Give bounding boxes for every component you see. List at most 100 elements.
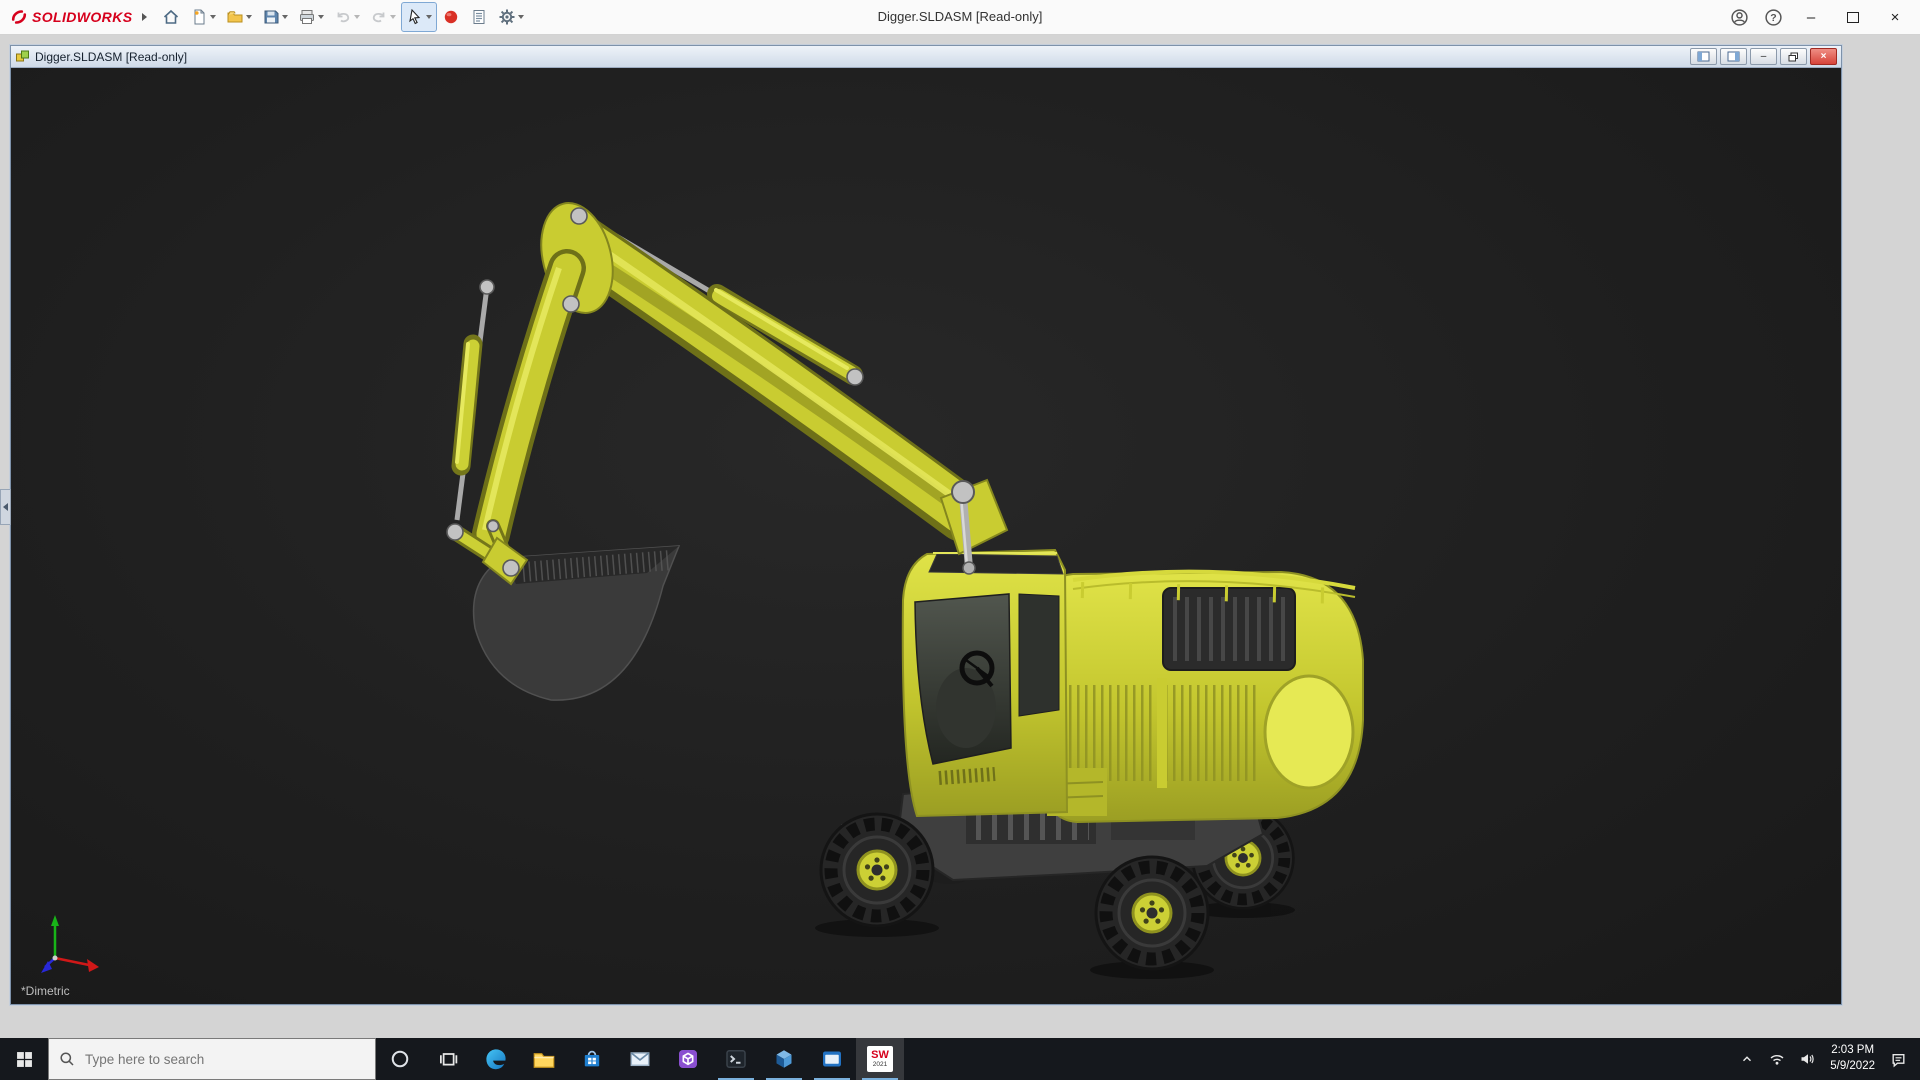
taskbar-app-edrawings[interactable]: [760, 1038, 808, 1080]
undo-dropdown-caret[interactable]: [354, 15, 360, 19]
screen: SOLIDWORKS: [0, 0, 1920, 1080]
taskbar-app-3d-viewer[interactable]: [664, 1038, 712, 1080]
task-view-icon: [438, 1049, 458, 1069]
file-properties-icon: [470, 8, 488, 26]
new-document-button[interactable]: [185, 2, 221, 32]
appbar-right: ? – ×: [1722, 0, 1916, 34]
task-view-button[interactable]: [424, 1038, 472, 1080]
chevron-up-icon: [1740, 1052, 1754, 1066]
file-properties-button[interactable]: [465, 2, 493, 32]
taskbar-app-solidworks[interactable]: SW 2021: [856, 1038, 904, 1080]
close-button[interactable]: ×: [1874, 0, 1916, 34]
account-button[interactable]: [1722, 3, 1756, 31]
document-window-controls: – ×: [1690, 48, 1837, 65]
taskbar-search[interactable]: [48, 1038, 376, 1080]
solidworks-app-icon: SW 2021: [867, 1046, 893, 1072]
3d-viewer-icon: [676, 1047, 700, 1071]
taskbar: SW 2021: [0, 1038, 1920, 1080]
save-button[interactable]: [257, 2, 293, 32]
select-tool-button[interactable]: [401, 2, 437, 32]
undo-icon: [334, 8, 352, 26]
app-title: Digger.SLDASM [Read-only]: [878, 0, 1043, 34]
search-input[interactable]: [83, 1051, 317, 1068]
start-button[interactable]: [0, 1038, 48, 1080]
maximize-icon: [1847, 12, 1859, 23]
brand-text: SOLIDWORKS: [32, 9, 132, 25]
select-cursor-icon: [406, 8, 424, 26]
gear-icon: [498, 8, 516, 26]
clock-time: 2:03 PM: [1831, 1043, 1874, 1059]
taskbar-app-console[interactable]: [712, 1038, 760, 1080]
print-icon: [298, 8, 316, 26]
cad-cube-icon: [772, 1047, 796, 1071]
volume-button[interactable]: [1792, 1051, 1822, 1067]
network-button[interactable]: [1762, 1051, 1792, 1067]
clock-date: 5/9/2022: [1830, 1059, 1875, 1075]
triad-x-axis: [87, 959, 99, 972]
open-dropdown-caret[interactable]: [246, 15, 252, 19]
minimize-button[interactable]: –: [1790, 0, 1832, 34]
doc-minimize-button[interactable]: –: [1750, 48, 1777, 65]
pane-left-icon: [1697, 51, 1710, 62]
document-window: Digger.SLDASM [Read-only]: [10, 45, 1842, 1005]
action-center-icon: [1890, 1051, 1907, 1068]
speaker-icon: [1799, 1051, 1815, 1067]
window-layout-button-2[interactable]: [1720, 48, 1747, 65]
system-tray: 2:03 PM 5/9/2022: [1732, 1038, 1920, 1080]
edge-icon: [484, 1047, 508, 1071]
open-folder-icon: [226, 8, 244, 26]
print-button[interactable]: [293, 2, 329, 32]
undo-button[interactable]: [329, 2, 365, 32]
redo-dropdown-caret[interactable]: [390, 15, 396, 19]
pane-right-icon: [1727, 51, 1740, 62]
options-dropdown-caret[interactable]: [518, 15, 524, 19]
menu-flyout-arrow[interactable]: [142, 13, 147, 21]
home-icon: [162, 8, 180, 26]
store-icon: [580, 1047, 604, 1071]
doc-close-button[interactable]: ×: [1810, 48, 1837, 65]
redo-icon: [370, 8, 388, 26]
taskbar-app-mail[interactable]: [616, 1038, 664, 1080]
doc-restore-button[interactable]: [1780, 48, 1807, 65]
tray-overflow-button[interactable]: [1732, 1052, 1762, 1066]
assembly-document-icon: [15, 49, 30, 64]
save-dropdown-caret[interactable]: [282, 15, 288, 19]
taskbar-app-store[interactable]: [568, 1038, 616, 1080]
svg-text:?: ?: [1770, 12, 1776, 24]
windows-logo-icon: [16, 1051, 33, 1068]
sw-letters: SW: [871, 1050, 889, 1061]
taskbar-clock[interactable]: 2:03 PM 5/9/2022: [1822, 1043, 1883, 1074]
help-button[interactable]: ?: [1756, 3, 1790, 31]
maximize-button[interactable]: [1832, 0, 1874, 34]
action-center-button[interactable]: [1883, 1051, 1913, 1068]
options-button[interactable]: [493, 2, 529, 32]
triad-y-axis: [51, 915, 59, 926]
panel-collapse-arrow[interactable]: [0, 489, 11, 525]
home-button[interactable]: [157, 2, 185, 32]
user-icon: [1730, 8, 1749, 27]
workspace: Digger.SLDASM [Read-only]: [0, 34, 1920, 1038]
document-titlebar[interactable]: Digger.SLDASM [Read-only]: [11, 46, 1841, 68]
taskbar-app-edge[interactable]: [472, 1038, 520, 1080]
left-arrow-icon: [3, 503, 8, 511]
taskbar-app-file-explorer[interactable]: [520, 1038, 568, 1080]
window-layout-button-1[interactable]: [1690, 48, 1717, 65]
3d-viewport[interactable]: *Dimetric: [11, 68, 1841, 1004]
save-icon: [262, 8, 280, 26]
redo-button[interactable]: [365, 2, 401, 32]
select-dropdown-caret[interactable]: [426, 15, 432, 19]
console-icon: [724, 1047, 748, 1071]
document-title: Digger.SLDASM [Read-only]: [35, 50, 187, 64]
restore-icon: [1788, 52, 1799, 62]
app-titlebar: SOLIDWORKS: [0, 0, 1920, 35]
new-dropdown-caret[interactable]: [210, 15, 216, 19]
open-button[interactable]: [221, 2, 257, 32]
taskbar-app-blue-window[interactable]: [808, 1038, 856, 1080]
excavator-model: [11, 68, 1839, 1003]
view-orientation-label: *Dimetric: [21, 984, 70, 998]
ds-logo-icon: [10, 8, 28, 26]
cortana-button[interactable]: [376, 1038, 424, 1080]
print-dropdown-caret[interactable]: [318, 15, 324, 19]
cab: [903, 550, 1067, 816]
lifecycle-button[interactable]: [437, 2, 465, 32]
